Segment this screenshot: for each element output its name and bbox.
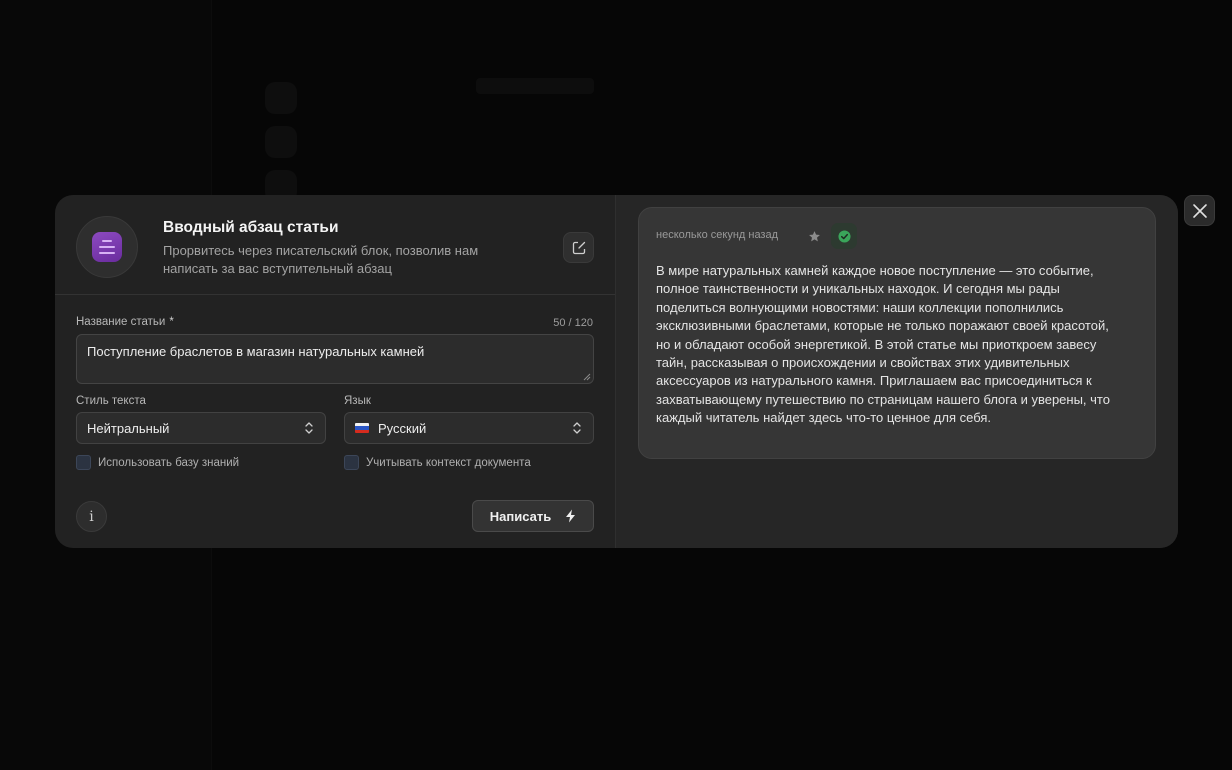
knowledge-base-label: Использовать базу знаний xyxy=(98,456,240,469)
text-block-icon xyxy=(76,216,138,278)
open-in-editor-button[interactable] xyxy=(563,232,594,263)
info-button[interactable]: i xyxy=(76,501,107,532)
knowledge-base-checkbox[interactable] xyxy=(76,455,91,470)
modal-subtitle: Прорвитесь через писательский блок, позв… xyxy=(163,243,479,276)
result-timestamp: несколько секунд назад xyxy=(656,229,779,241)
knowledge-base-option[interactable]: Использовать базу знаний xyxy=(76,455,239,470)
generated-paragraph: В мире натуральных камней каждое новое п… xyxy=(656,263,1110,426)
close-icon xyxy=(1192,203,1207,218)
open-external-icon xyxy=(572,241,585,254)
star-icon xyxy=(808,230,820,241)
article-title-input[interactable]: Поступление браслетов в магазин натураль… xyxy=(76,334,594,384)
favorite-button[interactable] xyxy=(803,225,825,247)
intro-paragraph-modal: Вводный абзац статьи Прорвитесь через пи… xyxy=(55,195,1178,548)
close-button[interactable] xyxy=(1184,195,1215,226)
resize-handle-icon[interactable] xyxy=(583,373,591,381)
text-style-value: Нейтральный xyxy=(87,420,170,436)
lightning-icon xyxy=(566,509,576,523)
required-mark: * xyxy=(169,316,174,328)
chevron-up-down-icon xyxy=(573,422,581,434)
accept-button[interactable] xyxy=(831,223,857,249)
write-button[interactable]: Написать xyxy=(472,500,594,532)
ru-flag-icon xyxy=(355,423,369,433)
write-button-label: Написать xyxy=(489,508,552,524)
text-style-label: Стиль текста xyxy=(76,395,146,407)
language-value: Русский xyxy=(378,420,427,436)
info-icon: i xyxy=(89,508,94,525)
text-style-select[interactable]: Нейтральный xyxy=(76,412,326,444)
article-title-label: Название статьи * xyxy=(76,316,174,328)
char-counter: 50 / 120 xyxy=(553,317,593,329)
doc-context-label: Учитывать контекст документа xyxy=(366,456,531,469)
form-panel: Вводный абзац статьи Прорвитесь через пи… xyxy=(55,195,616,548)
doc-context-checkbox[interactable] xyxy=(344,455,359,470)
background-heading xyxy=(476,78,594,94)
doc-context-option[interactable]: Учитывать контекст документа xyxy=(344,455,531,470)
language-label: Язык xyxy=(344,395,371,407)
background-toolbar xyxy=(236,70,326,202)
result-panel: несколько секунд назад В мире натуральны… xyxy=(616,195,1178,548)
modal-header: Вводный абзац статьи Прорвитесь через пи… xyxy=(55,195,615,295)
chevron-up-down-icon xyxy=(305,422,313,434)
language-select[interactable]: Русский xyxy=(344,412,594,444)
check-circle-icon xyxy=(837,229,851,243)
result-card: несколько секунд назад В мире натуральны… xyxy=(638,207,1156,459)
article-title-value: Поступление браслетов в магазин натураль… xyxy=(87,344,425,359)
modal-title: Вводный абзац статьи xyxy=(163,219,339,236)
